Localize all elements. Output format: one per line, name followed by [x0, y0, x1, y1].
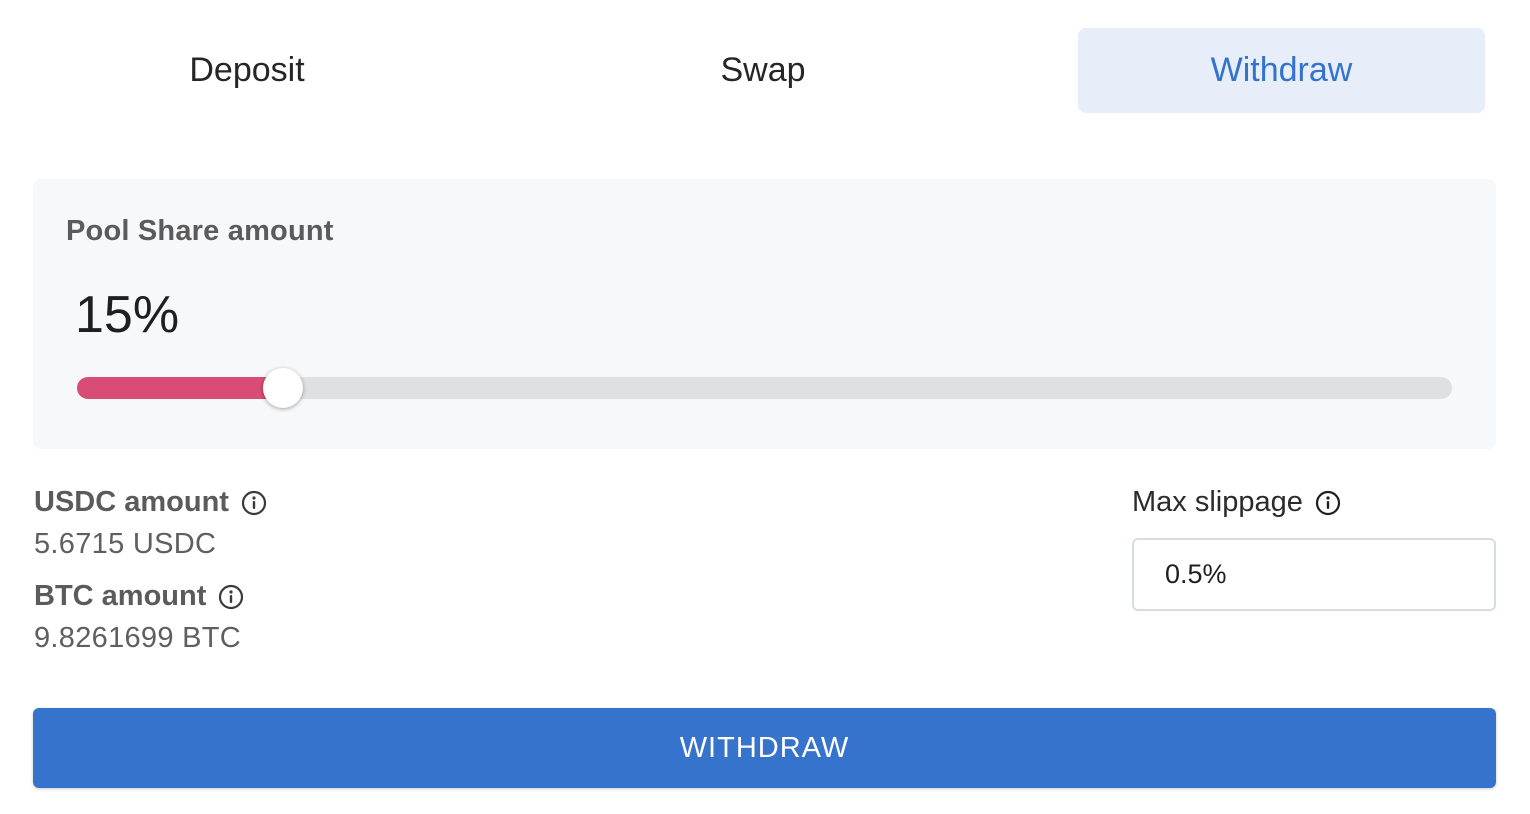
- btc-amount-value: 9.8261699 BTC: [34, 622, 242, 654]
- pool-share-slider-thumb[interactable]: [263, 368, 304, 408]
- tab-bar: Deposit Swap Withdraw: [0, 0, 1530, 140]
- max-slippage-label-row: Max slippage: [1132, 486, 1341, 519]
- max-slippage-label: Max slippage: [1132, 486, 1303, 518]
- btc-amount-label: BTC amount: [34, 580, 207, 612]
- usdc-amount-label: USDC amount: [34, 486, 229, 518]
- info-icon[interactable]: [1315, 490, 1341, 516]
- pool-share-slider-fill: [77, 377, 284, 399]
- tab-deposit[interactable]: Deposit: [44, 28, 450, 113]
- info-icon[interactable]: [218, 584, 244, 610]
- pool-share-panel: Pool Share amount 15%: [33, 179, 1496, 449]
- tab-deposit-label: Deposit: [189, 51, 305, 89]
- withdraw-button[interactable]: WITHDRAW: [33, 708, 1496, 788]
- tab-withdraw-label: Withdraw: [1210, 51, 1353, 89]
- pool-share-slider[interactable]: [77, 368, 1452, 408]
- max-slippage-input[interactable]: [1132, 538, 1496, 611]
- btc-amount-label-row: BTC amount: [34, 580, 244, 613]
- usdc-amount-value: 5.6715 USDC: [34, 528, 217, 560]
- usdc-amount-label-row: USDC amount: [34, 486, 267, 519]
- tab-swap[interactable]: Swap: [560, 28, 966, 113]
- info-icon[interactable]: [241, 490, 267, 516]
- pool-share-label: Pool Share amount: [66, 215, 334, 247]
- pool-share-value: 15%: [75, 286, 180, 344]
- tab-swap-label: Swap: [720, 51, 806, 89]
- tab-withdraw[interactable]: Withdraw: [1078, 28, 1485, 113]
